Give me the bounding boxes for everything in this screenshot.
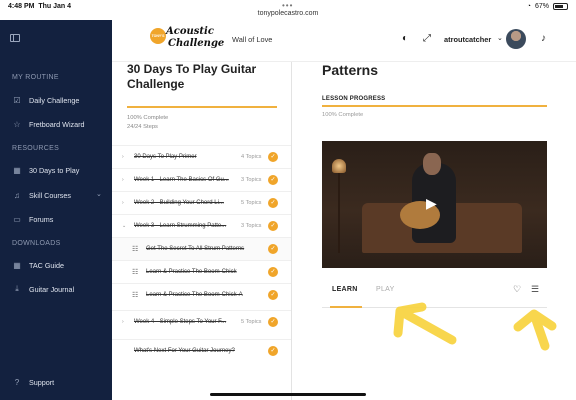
site-logo[interactable]: TONY'S Acoustic Challenge bbox=[150, 26, 224, 56]
chevron-down-icon[interactable]: ⌄ bbox=[96, 190, 102, 198]
calendar-icon: ▦ bbox=[13, 260, 21, 270]
sidebar-item-forums[interactable]: ▭ Forums bbox=[12, 214, 53, 224]
list-item[interactable]: › Week 4 - Simple Steps To Your F... 5 T… bbox=[112, 310, 291, 333]
checkmark-icon: ✓ bbox=[268, 244, 278, 254]
sidebar-toggle-icon[interactable] bbox=[10, 34, 20, 42]
sidebar-item-skill-courses[interactable]: ♫ Skill Courses ⌄ bbox=[12, 190, 102, 200]
username[interactable]: atroutcatcher bbox=[444, 35, 491, 44]
video-player[interactable]: ▶ bbox=[322, 141, 547, 268]
sidebar-item-guitar-journal[interactable]: ⤓ Guitar Journal bbox=[12, 284, 74, 294]
active-tab-indicator bbox=[330, 306, 362, 308]
sidebar-item-30-days[interactable]: ▦ 30 Days to Play bbox=[12, 165, 79, 175]
notes-list-icon[interactable]: ☰ bbox=[531, 284, 539, 295]
list-item[interactable]: ⌄ Week 3 - Learn Strumming Patte... 3 To… bbox=[112, 214, 291, 237]
list-item[interactable]: › Week 1 - Learn The Basics Of Gu... 3 T… bbox=[112, 168, 291, 191]
lesson-list-icon: ☷ bbox=[132, 246, 139, 253]
battery-percent: 67% bbox=[534, 3, 549, 10]
logo-badge: TONY'S bbox=[150, 28, 166, 44]
list-item[interactable]: › Week 2 - Building Your Chord Li... 5 T… bbox=[112, 191, 291, 214]
lesson-list-icon: ☷ bbox=[132, 292, 139, 299]
list-item[interactable]: What's Next For Your Guitar Journey? ✓ bbox=[112, 339, 291, 362]
play-icon[interactable]: ▶ bbox=[426, 195, 437, 212]
chevron-right-icon[interactable]: › bbox=[122, 154, 124, 160]
checkmark-icon: ✓ bbox=[268, 267, 278, 277]
checkmark-icon: ✓ bbox=[268, 346, 278, 356]
avatar[interactable] bbox=[506, 29, 526, 49]
star-icon: ☆ bbox=[13, 119, 21, 129]
status-right: ◔ 67% bbox=[527, 3, 568, 10]
heart-icon[interactable]: ♡ bbox=[513, 284, 521, 295]
lesson-main: Patterns LESSON PROGRESS 100% Complete ▶… bbox=[292, 62, 576, 400]
checkmark-icon: ✓ bbox=[268, 152, 278, 162]
page-title: Patterns bbox=[322, 62, 379, 78]
video-lamp bbox=[332, 159, 346, 173]
checkmark-icon: ✓ bbox=[268, 290, 278, 300]
help-icon: ? bbox=[14, 377, 20, 387]
checkmark-icon: ✓ bbox=[268, 317, 278, 327]
lesson-progress-percent: 100% Complete bbox=[322, 112, 364, 118]
home-indicator[interactable] bbox=[210, 393, 366, 396]
sidebar-item-support[interactable]: ? Support bbox=[12, 377, 54, 387]
battery-icon bbox=[553, 3, 568, 10]
section-resources: RESOURCES bbox=[12, 145, 60, 152]
chevron-right-icon[interactable]: › bbox=[122, 200, 124, 206]
section-my-routine: MY ROUTINE bbox=[12, 74, 59, 81]
course-progress-bar bbox=[127, 106, 277, 108]
sidebar: MY ROUTINE ☑ Daily Challenge ☆ Fretboard… bbox=[0, 20, 112, 400]
course-title: 30 Days To Play Guitar Challenge bbox=[127, 62, 257, 91]
lesson-row[interactable]: ☷ Learn & Practice The Boom-Chick-A ✓ bbox=[112, 283, 291, 306]
status-bar: 4:48 PM Thu Jan 4 ••• tonypolecastro.com… bbox=[0, 0, 576, 20]
lesson-progress-bar bbox=[322, 105, 547, 107]
check-square-icon: ☑ bbox=[13, 95, 21, 105]
url-label[interactable]: tonypolecastro.com bbox=[0, 10, 576, 17]
video-instructor-head bbox=[423, 153, 441, 175]
checkmark-icon: ✓ bbox=[268, 198, 278, 208]
logo-line-1: Acoustic bbox=[166, 26, 214, 37]
fullscreen-icon[interactable]: ⤢ bbox=[423, 33, 431, 44]
logo-line-2: Challenge bbox=[168, 38, 225, 49]
calendar-icon: ▦ bbox=[13, 165, 21, 175]
section-downloads: DOWNLOADS bbox=[12, 240, 61, 247]
tab-play[interactable]: PLAY bbox=[376, 286, 395, 293]
lesson-list-icon: ☷ bbox=[132, 269, 139, 276]
list-item[interactable]: › 30 Days To Play Primer 4 Topics ✓ bbox=[112, 145, 291, 168]
wifi-icon: ◔ bbox=[526, 3, 531, 10]
course-outline: 30 Days To Play Guitar Challenge 100% Co… bbox=[112, 62, 292, 400]
course-steps: 24/24 Steps bbox=[127, 124, 158, 130]
dark-mode-icon[interactable]: ◐ bbox=[402, 33, 408, 44]
lesson-row[interactable]: ☷ Learn & Practice The Boom-Chick ✓ bbox=[112, 260, 291, 283]
download-icon: ⤓ bbox=[15, 284, 19, 293]
chevron-right-icon[interactable]: › bbox=[122, 177, 124, 183]
status-time: 4:48 PM Thu Jan 4 bbox=[8, 3, 72, 10]
sidebar-item-daily-challenge[interactable]: ☑ Daily Challenge bbox=[12, 95, 79, 105]
lesson-tabs: LEARN PLAY ♡ ☰ bbox=[322, 280, 547, 308]
lesson-progress-label: LESSON PROGRESS bbox=[322, 96, 386, 102]
chevron-right-icon[interactable]: › bbox=[122, 319, 124, 325]
bell-icon[interactable]: ♪ bbox=[541, 33, 546, 44]
multitask-dots-icon[interactable]: ••• bbox=[282, 1, 293, 10]
tab-learn[interactable]: LEARN bbox=[332, 286, 358, 293]
checkmark-icon: ✓ bbox=[268, 175, 278, 185]
video-lamp-pole bbox=[338, 173, 340, 253]
course-percent: 100% Complete bbox=[127, 115, 169, 121]
guitar-icon: ♫ bbox=[14, 190, 20, 200]
top-header: TONY'S Acoustic Challenge Wall of Love ◐… bbox=[112, 20, 576, 62]
checkmark-icon: ✓ bbox=[268, 221, 278, 231]
chat-icon: ▭ bbox=[13, 214, 21, 224]
lesson-row[interactable]: ☷ Get The Secret To All Strum Patterns ✓ bbox=[112, 237, 291, 260]
chevron-down-icon[interactable]: ⌄ bbox=[122, 223, 126, 229]
wall-of-love-link[interactable]: Wall of Love bbox=[232, 35, 272, 44]
chevron-down-icon[interactable]: ⌄ bbox=[497, 34, 503, 42]
sidebar-item-tac-guide[interactable]: ▦ TAC Guide bbox=[12, 260, 64, 270]
sidebar-item-fretboard-wizard[interactable]: ☆ Fretboard Wizard bbox=[12, 119, 84, 129]
